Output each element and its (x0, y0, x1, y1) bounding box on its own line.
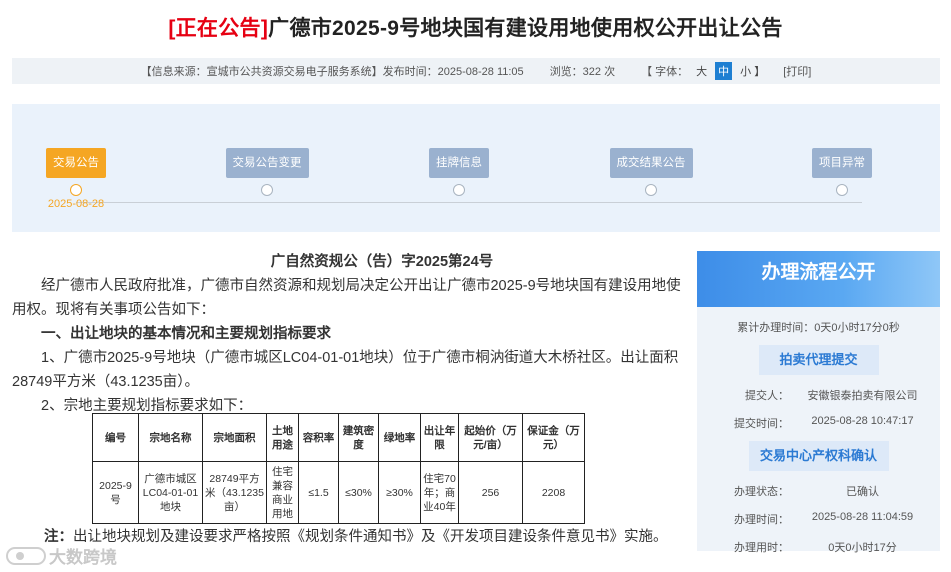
timeline-line (76, 202, 862, 203)
submit-time-value: 2025-08-28 10:47:17 (811, 415, 914, 427)
table-row: 2025-9号 广德市城区LC04-01-01地块 28749平方米（43.12… (92, 461, 585, 524)
note-text: 出让地块规划及建设要求严格按照《规划条件通知书》及《开发项目建设条件意见书》实施… (73, 529, 668, 545)
table-cell: 256 (458, 461, 523, 524)
info-bar: 【信息来源：宣城市公共资源交易电子服务系统】发布时间：2025-08-28 11… (12, 58, 940, 84)
print-link[interactable]: [打印] (783, 63, 811, 79)
handle-time-value: 2025-08-28 11:04:59 (811, 511, 914, 523)
step-button[interactable]: 成交结果公告 (609, 148, 693, 178)
step-dot (645, 184, 657, 196)
view-count: 浏览：322 次 (549, 66, 616, 78)
font-size-label: 【 字体： (641, 66, 689, 78)
timeline-step-listing: 挂牌信息 (399, 148, 519, 196)
process-panel: 办理流程公开 累计办理时间：0天0小时17分0秒 拍卖代理提交 提交人： 安徽银… (697, 251, 940, 554)
status-row: 办理状态： 已确认 (697, 483, 940, 499)
table-cell: 住宅兼容商业用地 (266, 461, 299, 524)
step-dot (836, 184, 848, 196)
col-header: 建筑密度 (338, 413, 379, 462)
font-size-switcher: 【 字体： 大 中 小 】 (641, 62, 767, 80)
step-button[interactable]: 交易公告变更 (225, 148, 309, 178)
submitter-row: 提交人： 安徽银泰拍卖有限公司 (697, 387, 940, 403)
step-button[interactable]: 挂牌信息 (429, 148, 489, 178)
page-title: [正在公告]广德市2025-9号地块国有建设用地使用权公开出让公告 (0, 12, 951, 42)
document-number: 广自然资规公（告）字2025第24号 (270, 254, 494, 270)
submit-time-row: 提交时间： 2025-08-28 10:47:17 (697, 415, 940, 431)
panel-title: 办理流程公开 (697, 251, 940, 307)
elapsed-time: 累计办理时间：0天0小时17分0秒 (737, 322, 900, 334)
table-cell: 28749平方米（43.1235亩） (202, 461, 267, 524)
timeline-step-result: 成交结果公告 (591, 148, 711, 196)
status-label: 办理状态： (734, 486, 789, 498)
table-cell: 2025-9号 (92, 461, 139, 524)
col-header: 容积率 (298, 413, 339, 462)
timeline-step-exception: 项目异常 (782, 148, 902, 196)
font-small-button[interactable]: 小 】 (738, 63, 767, 79)
table-cell: 2208 (522, 461, 585, 524)
submitter-value: 安徽银泰拍卖有限公司 (807, 390, 918, 402)
handle-time-row: 办理时间： 2025-08-28 11:04:59 (697, 511, 940, 527)
table-cell: 广德市城区LC04-01-01地块 (138, 461, 203, 524)
col-header: 出让年限 (420, 413, 459, 462)
progress-timeline: 交易公告 2025-08-28 交易公告变更 挂牌信息 成交结果公告 项目异常 (12, 104, 940, 232)
duration-value: 0天0小时17分 (828, 542, 897, 554)
step-button[interactable]: 交易公告 (46, 148, 106, 178)
col-header: 编号 (92, 413, 139, 462)
section-heading: 一、出让地块的基本情况和主要规划指标要求 (41, 326, 331, 342)
watermark-logo-icon (6, 546, 46, 565)
duration-row: 办理用时： 0天0小时17分 (697, 539, 940, 555)
step-date: 2025-08-28 (47, 198, 105, 210)
title-text: 广德市2025-9号地块国有建设用地使用权公开出让公告 (268, 17, 783, 40)
table-header-row: 编号 宗地名称 宗地面积 土地用途 容积率 建筑密度 绿地率 出让年限 起始价（… (92, 413, 585, 462)
watermark-text: 大数跨境 (49, 548, 117, 567)
announcement-body: 广自然资规公（告）字2025第24号 经广德市人民政府批准，广德市自然资源和规划… (12, 250, 682, 418)
step-dot (453, 184, 465, 196)
status-value: 已确认 (846, 486, 879, 498)
table-cell: ≤30% (338, 461, 379, 524)
timeline-step-change: 交易公告变更 (207, 148, 327, 196)
col-header: 宗地面积 (202, 413, 267, 462)
col-header: 土地用途 (266, 413, 299, 462)
step-dot (261, 184, 273, 196)
item-1: 1、广德市2025-9号地块（广德市城区LC04-01-01地块）位于广德市桐汭… (12, 350, 679, 390)
handle-time-label: 办理时间： (734, 514, 789, 526)
land-spec-table: 编号 宗地名称 宗地面积 土地用途 容积率 建筑密度 绿地率 出让年限 起始价（… (92, 413, 585, 524)
step-dot (70, 184, 82, 196)
status-tag: [正在公告] (168, 17, 269, 40)
col-header: 保证金（万元） (522, 413, 585, 462)
duration-label: 办理用时： (734, 542, 789, 554)
intro-paragraph: 经广德市人民政府批准，广德市自然资源和规划局决定公开出让广德市2025-9号地块… (12, 278, 681, 318)
font-medium-button[interactable]: 中 (715, 62, 733, 80)
font-large-button[interactable]: 大 (694, 63, 709, 79)
stage-center-confirm[interactable]: 交易中心产权科确认 (748, 441, 889, 471)
col-header: 起始价（万元/亩） (458, 413, 523, 462)
source-info: 【信息来源：宣城市公共资源交易电子服务系统】发布时间：2025-08-28 11… (140, 66, 524, 78)
submitter-label: 提交人： (745, 390, 789, 402)
watermark: 大数跨境 (6, 543, 117, 568)
table-cell: ≤1.5 (298, 461, 339, 524)
col-header: 宗地名称 (138, 413, 203, 462)
table-cell: ≥30% (378, 461, 421, 524)
step-button[interactable]: 项目异常 (812, 148, 872, 178)
col-header: 绿地率 (378, 413, 421, 462)
stage-agent-submit[interactable]: 拍卖代理提交 (758, 345, 879, 375)
table-cell: 住宅70年；商业40年 (420, 461, 459, 524)
submit-time-label: 提交时间： (734, 418, 789, 430)
timeline-step-announcement: 交易公告 2025-08-28 (16, 148, 136, 210)
